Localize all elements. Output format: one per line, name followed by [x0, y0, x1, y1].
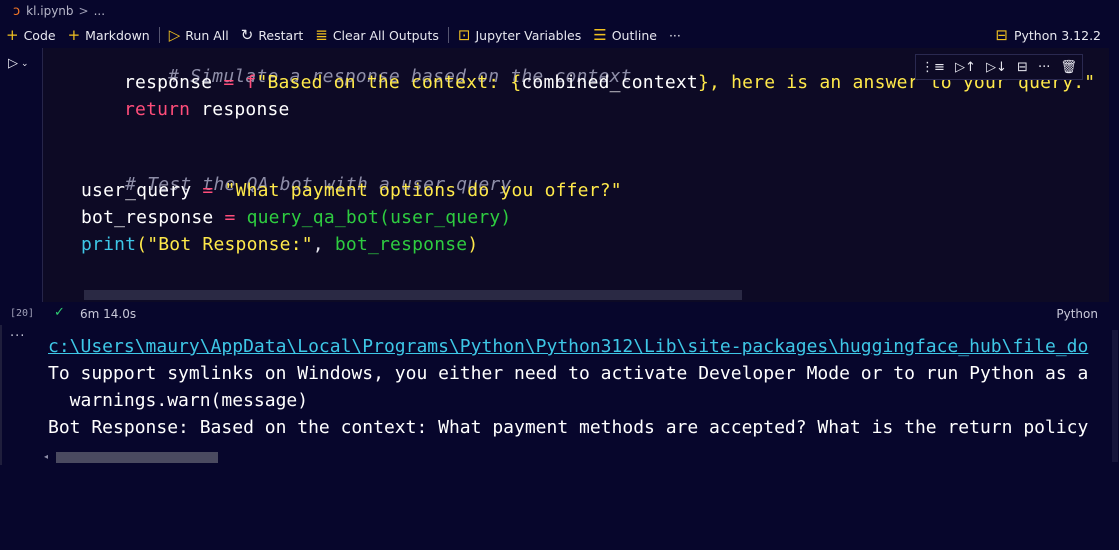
code-token: combined_context — [521, 72, 698, 93]
plus-icon: + — [6, 25, 19, 44]
run-all-label: Run All — [185, 27, 229, 43]
plus-icon: + — [67, 25, 81, 44]
run-all-icon: ▷ — [168, 25, 181, 44]
chevron-down-icon: ⌄ — [21, 58, 29, 69]
code-token: response — [124, 72, 213, 93]
code-token: "Bot Response:" — [147, 234, 313, 255]
output-vertical-scrollbar[interactable] — [1112, 330, 1118, 462]
restart-label: Restart — [258, 27, 304, 43]
more-icon: ··· — [668, 27, 681, 43]
outline-label: Outline — [611, 27, 657, 43]
play-icon: ▷ — [8, 56, 18, 71]
add-code-label: Code — [23, 27, 56, 43]
more-icon[interactable]: ··· — [1038, 60, 1050, 75]
output-actions-button[interactable]: ··· — [10, 329, 25, 344]
check-icon: ✓ — [54, 305, 65, 320]
execute-below-icon[interactable]: ▷↓ — [986, 60, 1007, 75]
cell-status-bar: [20] ✓ 6m 14.0s Python — [0, 302, 1108, 324]
code-token: print — [81, 234, 137, 255]
code-token: user_query — [81, 180, 192, 201]
code-line: print("Bot Response:", bot_response) — [81, 234, 478, 255]
code-token: f — [245, 72, 257, 93]
restart-button[interactable]: ↻ Restart — [235, 25, 310, 44]
code-line: user_query = "What payment options do yo… — [81, 180, 622, 201]
kernel-label: Python 3.12.2 — [1013, 27, 1101, 43]
split-cell-icon[interactable]: ⊟ — [1017, 60, 1028, 75]
code-token: (user_query) — [379, 207, 512, 228]
toolbar-divider — [158, 27, 160, 43]
add-code-cell-button[interactable]: + Code — [0, 25, 62, 44]
code-token: ( — [136, 234, 148, 255]
code-token: bot_response — [81, 207, 214, 228]
cell-toolbar: ⋮≡ ▷↑ ▷↓ ⊟ ··· 🗑 — [915, 54, 1083, 80]
run-cell-button[interactable]: ▷ ⌄ — [8, 56, 29, 71]
output-horizontal-scrollbar[interactable] — [56, 452, 218, 463]
code-token: return — [124, 99, 191, 120]
breadcrumb-separator: > — [78, 4, 89, 18]
code-token: , — [312, 234, 335, 255]
code-token: response — [190, 99, 290, 120]
breadcrumb-more[interactable]: ... — [94, 4, 105, 18]
code-token: "Based on the context: — [256, 72, 511, 93]
add-markdown-cell-button[interactable]: + Markdown — [62, 25, 156, 44]
execute-above-icon[interactable]: ▷↑ — [955, 60, 976, 75]
breadcrumb: ↄ kl.ipynb > ... — [0, 0, 1119, 22]
variables-label: Jupyter Variables — [475, 27, 582, 43]
code-token: } — [697, 72, 710, 93]
kernel-picker[interactable]: ⊟ Python 3.12.2 — [989, 22, 1107, 48]
add-markdown-label: Markdown — [85, 27, 150, 43]
editor-horizontal-scrollbar[interactable] — [84, 290, 742, 300]
run-all-button[interactable]: ▷ Run All — [163, 25, 235, 44]
output-line: Bot Response: Based on the context: What… — [48, 417, 1089, 438]
cell-language[interactable]: Python — [1056, 307, 1098, 321]
jupyter-notebook-icon: ↄ — [13, 3, 21, 19]
clear-all-outputs-button[interactable]: ≣ Clear All Outputs — [309, 25, 445, 44]
output-file-link[interactable]: c:\Users\maury\AppData\Local\Programs\Py… — [48, 336, 1088, 357]
restart-icon: ↻ — [240, 25, 254, 44]
code-token: query_qa_bot — [246, 207, 380, 228]
code-cell-editor[interactable]: # Simulate a response based on the conte… — [42, 48, 1109, 302]
breadcrumb-file[interactable]: kl.ipynb — [26, 4, 73, 18]
clear-outputs-icon: ≣ — [315, 25, 328, 44]
variables-icon: ⊡ — [457, 25, 471, 44]
execution-duration: 6m 14.0s — [80, 307, 137, 321]
output-line: To support symlinks on Windows, you eith… — [48, 363, 1089, 384]
jupyter-variables-button[interactable]: ⊡ Jupyter Variables — [452, 25, 587, 44]
trash-icon[interactable]: 🗑 — [1060, 60, 1077, 75]
code-token: = — [213, 207, 247, 228]
code-token: "What payment options do you offer?" — [224, 180, 622, 201]
execution-count: [20] — [10, 308, 35, 319]
more-actions-button[interactable]: ··· — [663, 28, 687, 43]
toolbar-divider — [447, 27, 449, 43]
code-line: return response — [124, 99, 290, 120]
clear-outputs-label: Clear All Outputs — [332, 27, 439, 43]
code-token: { — [510, 72, 522, 93]
notebook-toolbar: + Code + Markdown ▷ Run All ↻ Restart ≣ … — [0, 22, 1119, 48]
output-line: warnings.warn(message) — [48, 390, 309, 411]
outline-button[interactable]: ☰ Outline — [587, 25, 663, 44]
code-line: bot_response = query_qa_bot(user_query) — [81, 207, 511, 228]
kernel-icon: ⊟ — [995, 25, 1008, 44]
scroll-left-icon[interactable]: ◂ — [44, 452, 48, 461]
code-token: ) — [467, 234, 479, 255]
code-token: bot_response — [334, 234, 468, 255]
run-by-line-icon[interactable]: ⋮≡ — [921, 60, 945, 75]
outline-icon: ☰ — [593, 25, 607, 44]
output-gutter — [0, 325, 2, 465]
code-token: = — [212, 72, 246, 93]
code-token: = — [191, 180, 225, 201]
